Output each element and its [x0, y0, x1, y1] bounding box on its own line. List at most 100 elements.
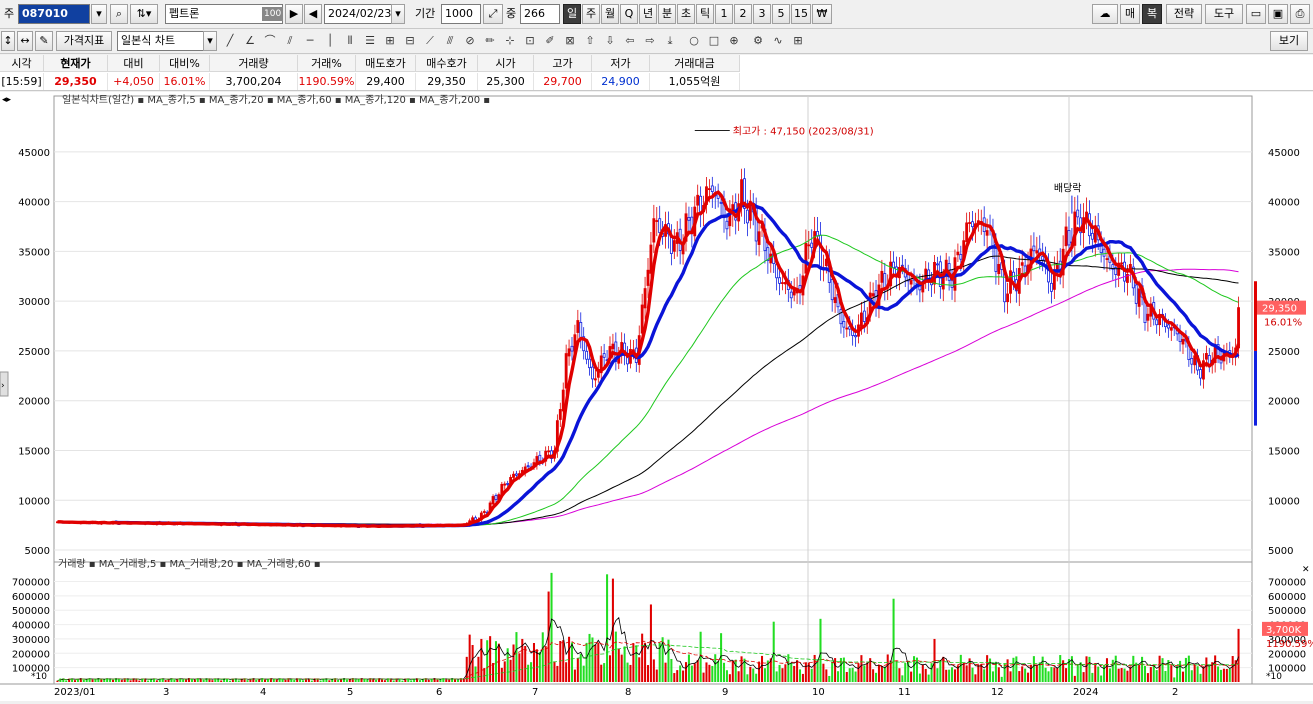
price-tick-label-left: 10000: [18, 496, 50, 507]
view-button[interactable]: 보기: [1270, 31, 1308, 51]
volume-bar: [448, 679, 451, 682]
volume-bar: [921, 664, 924, 682]
interval-button-8[interactable]: 1: [715, 4, 733, 24]
expand-icon[interactable]: ⤢: [483, 4, 503, 24]
interval-button-0[interactable]: 일: [563, 4, 581, 24]
arrow-updown-icon[interactable]: ↕: [1, 31, 15, 51]
cross-tool-icon[interactable]: ⊘: [462, 32, 478, 50]
interval-button-9[interactable]: 2: [734, 4, 752, 24]
prev-stock-button[interactable]: ◀: [304, 4, 322, 24]
volume-bar: [1114, 655, 1117, 682]
volume-bar: [1065, 668, 1068, 682]
overlap-input[interactable]: 266: [520, 4, 560, 24]
channel-tool-icon[interactable]: ⫻: [442, 32, 458, 50]
candle-body: [1190, 358, 1194, 365]
cloud-icon[interactable]: ☁: [1092, 4, 1118, 24]
quote-header-2: 대비: [108, 55, 160, 72]
x-tick-label: 2: [1172, 687, 1178, 698]
volume-bar: [111, 679, 115, 682]
settings-tool-icon[interactable]: ⚙: [750, 32, 766, 50]
volume-unit-label-right: *10: [1266, 672, 1282, 682]
arrow-leftright-icon[interactable]: ↔: [17, 31, 33, 51]
volume-bar: [366, 679, 369, 682]
interval-button-3[interactable]: Q: [620, 4, 638, 24]
right-arrow-tool-icon[interactable]: ⇨: [642, 32, 658, 50]
volume-bar: [801, 673, 804, 682]
tools-button[interactable]: 도구: [1205, 4, 1243, 24]
volume-bar: [1044, 667, 1047, 682]
candle-body: [1199, 369, 1202, 379]
angle-tool-icon[interactable]: ∠: [242, 32, 258, 50]
price-volume-chart[interactable]: 4500045000400004000035000350003000030000…: [0, 92, 1313, 701]
grid-tool-icon[interactable]: ⊞: [382, 32, 398, 50]
vline-tool-icon[interactable]: │: [322, 32, 338, 50]
interval-button-1[interactable]: 주: [582, 4, 600, 24]
volume-bar: [480, 638, 483, 682]
search-icon[interactable]: ⌕: [110, 4, 128, 24]
trend-tool-icon[interactable]: ⟋: [422, 32, 438, 50]
interval-button-11[interactable]: 5: [772, 4, 790, 24]
volume-bar: [798, 669, 802, 682]
save-icon[interactable]: ▣: [1268, 4, 1288, 24]
interval-button-2[interactable]: 월: [601, 4, 619, 24]
left-arrow-tool-icon[interactable]: ⇦: [622, 32, 638, 50]
line-tool-icon[interactable]: ╱: [222, 32, 238, 50]
code-dropdown-button[interactable]: ▾: [91, 4, 107, 24]
sort-dropdown-button[interactable]: ⇅▾: [130, 4, 158, 24]
candle-body: [547, 450, 551, 453]
hline-tool-icon[interactable]: ─: [302, 32, 318, 50]
up-arrow-tool-icon[interactable]: ⇧: [582, 32, 598, 50]
buy-sell-button[interactable]: 매: [1120, 4, 1140, 24]
volume-bar: [746, 674, 749, 682]
fib-retrace-tool-icon[interactable]: ☰: [362, 32, 378, 50]
money-icon[interactable]: ₩: [812, 4, 832, 24]
volume-bar: [804, 662, 807, 682]
star-tool-icon[interactable]: ⊹: [502, 32, 518, 50]
volume-bar: [573, 669, 576, 682]
candle-body: [1137, 288, 1141, 307]
edit-icon[interactable]: ✎: [35, 31, 53, 51]
print-icon[interactable]: ⎙: [1290, 4, 1310, 24]
volume-bar: [977, 664, 980, 682]
chart-type-dropdown[interactable]: ▾: [203, 31, 217, 51]
square-tool-icon[interactable]: □: [706, 32, 722, 50]
arc-tool-icon[interactable]: ⌒: [262, 32, 278, 50]
candle-body: [842, 321, 846, 328]
chart-type-select[interactable]: 일본식 차트: [117, 31, 217, 51]
candle-body: [1020, 262, 1024, 266]
strategy-button[interactable]: 전략: [1166, 4, 1202, 24]
volume-bar: [638, 657, 641, 682]
volume-bar: [594, 644, 597, 682]
wave-tool-icon[interactable]: ∿: [770, 32, 786, 50]
period-input[interactable]: 1000: [441, 4, 481, 24]
chart-area[interactable]: 4500045000400004000035000350003000030000…: [0, 92, 1313, 701]
box-tool-icon[interactable]: ⊟: [402, 32, 418, 50]
note-tool-icon[interactable]: ✐: [542, 32, 558, 50]
price-indicator-button[interactable]: 가격지표: [56, 31, 112, 51]
layout-tool-icon[interactable]: ⊞: [790, 32, 806, 50]
date-dropdown-button[interactable]: ▾: [391, 4, 405, 24]
erase-tool-icon[interactable]: ⊡: [522, 32, 538, 50]
interval-button-10[interactable]: 3: [753, 4, 771, 24]
fib-tool-icon[interactable]: ⦀: [342, 32, 358, 50]
circle-tool-icon[interactable]: ○: [686, 32, 702, 50]
volume-bar: [1021, 666, 1024, 682]
interval-button-6[interactable]: 초: [677, 4, 695, 24]
candle-body: [640, 304, 644, 334]
fan-tool-icon[interactable]: ⫽: [282, 32, 298, 50]
next-stock-button[interactable]: ▶: [285, 4, 303, 24]
interval-button-12[interactable]: 15: [791, 4, 811, 24]
clear-tool-icon[interactable]: ⊠: [562, 32, 578, 50]
date-input[interactable]: 2024/02/23: [324, 4, 392, 24]
volume-bar: [670, 658, 673, 682]
zoom-tool-icon[interactable]: ⊕: [726, 32, 742, 50]
folder-icon[interactable]: ▭: [1246, 4, 1266, 24]
down-tick-tool-icon[interactable]: ⤓: [662, 32, 678, 50]
interval-button-5[interactable]: 분: [658, 4, 676, 24]
stock-code-input[interactable]: 087010: [18, 4, 90, 24]
multi-chart-button[interactable]: 복: [1142, 4, 1162, 24]
interval-button-7[interactable]: 틱: [696, 4, 714, 24]
down-arrow-tool-icon[interactable]: ⇩: [602, 32, 618, 50]
interval-button-4[interactable]: 년: [639, 4, 657, 24]
pencil-tool-icon[interactable]: ✏: [482, 32, 498, 50]
